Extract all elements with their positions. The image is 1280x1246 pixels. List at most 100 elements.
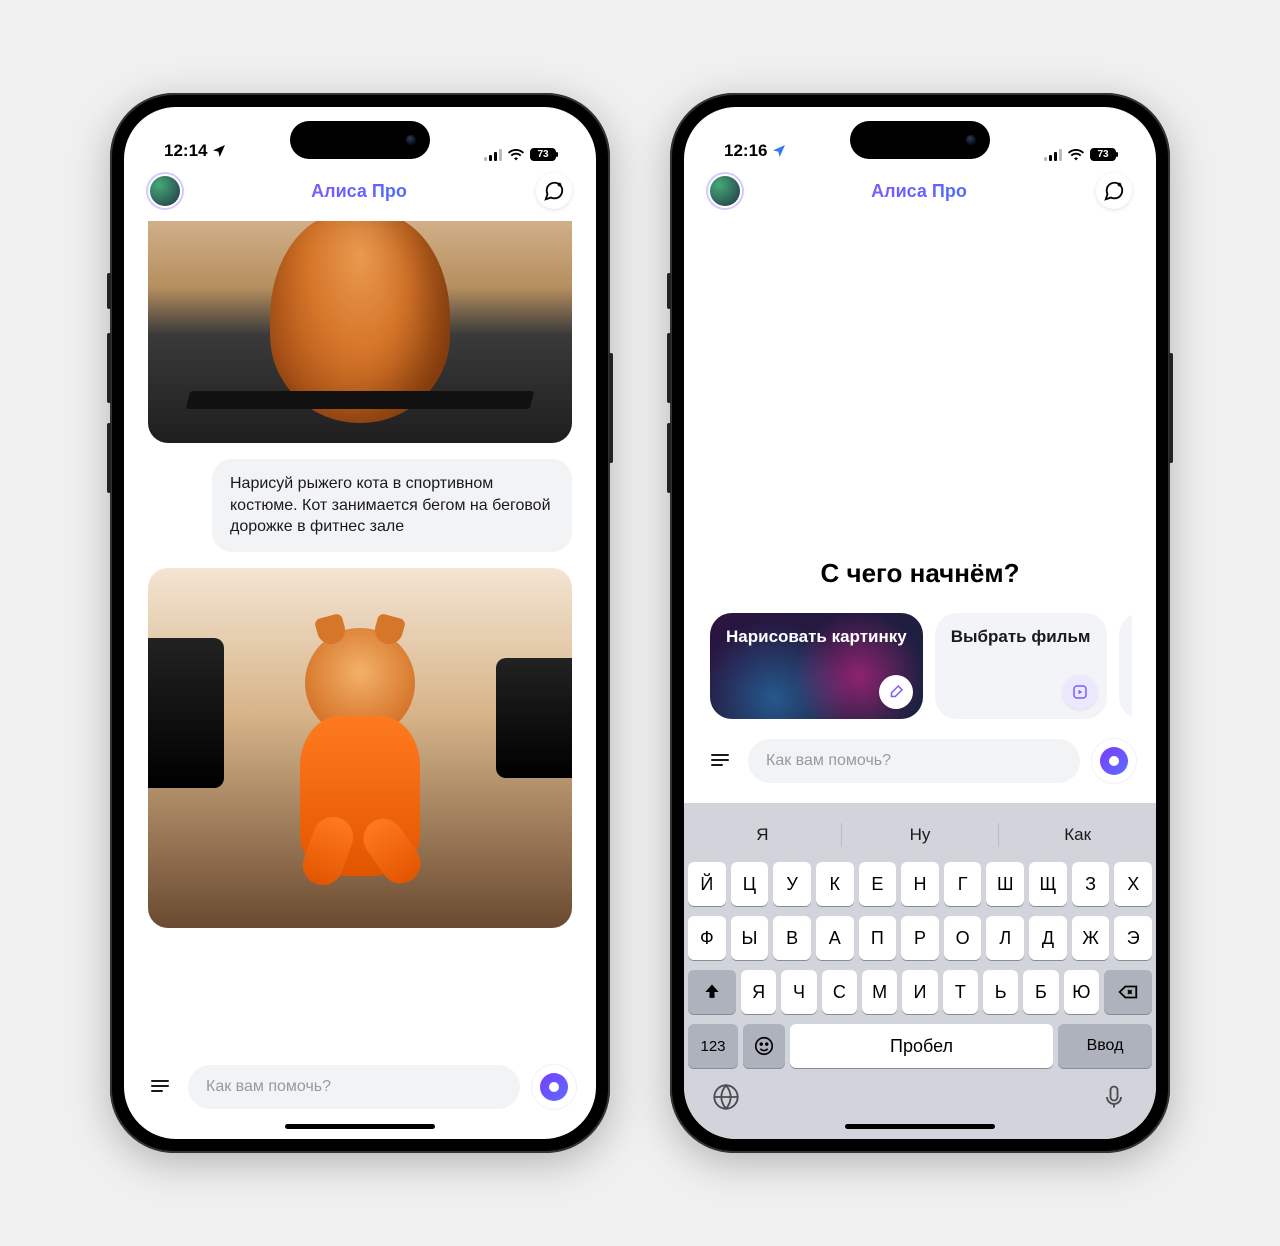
phone-right: 12:16 73 Алиса Про С чего начнё [670, 93, 1170, 1153]
key-Щ[interactable]: Щ [1029, 862, 1067, 906]
keyboard-row-3: ЯЧСМИТЬБЮ [684, 965, 1156, 1019]
wifi-icon [508, 149, 524, 161]
app-title[interactable]: Алиса Про [871, 181, 967, 202]
input-placeholder: Как вам помочь? [766, 752, 891, 770]
keyboard-row-2: ФЫВАПРОЛДЖЭ [684, 911, 1156, 965]
alisa-icon [1100, 747, 1128, 775]
home-indicator[interactable] [285, 1124, 435, 1129]
history-button[interactable] [704, 745, 736, 777]
suggestion-word[interactable]: Как [999, 825, 1156, 845]
key-П[interactable]: П [859, 916, 897, 960]
user-message: Нарисуй рыжего кота в спортивном костюме… [212, 459, 572, 552]
home-indicator[interactable] [845, 1124, 995, 1129]
avatar[interactable] [148, 174, 182, 208]
message-input[interactable]: Как вам помочь? [188, 1065, 520, 1109]
play-badge [1063, 675, 1097, 709]
shift-key[interactable] [688, 970, 736, 1014]
key-Ы[interactable]: Ы [731, 916, 769, 960]
key-Р[interactable]: Р [901, 916, 939, 960]
chat-area[interactable]: Нарисуй рыжего кота в спортивном костюме… [148, 221, 572, 1059]
key-А[interactable]: А [816, 916, 854, 960]
signal-icon [1044, 149, 1062, 161]
suggestion-card-movie[interactable]: Выбрать фильм [935, 613, 1107, 719]
mic-icon[interactable] [1100, 1083, 1128, 1111]
key-Ц[interactable]: Ц [731, 862, 769, 906]
enter-key[interactable]: Ввод [1058, 1024, 1152, 1068]
navigation-icon [771, 143, 787, 159]
suggestion-word[interactable]: Я [684, 825, 841, 845]
key-Т[interactable]: Т [943, 970, 978, 1014]
shift-icon [702, 982, 722, 1002]
key-Е[interactable]: Е [859, 862, 897, 906]
new-chat-button[interactable] [1096, 173, 1132, 209]
dynamic-island [290, 121, 430, 159]
keyboard[interactable]: Я Ну Как ЙЦУКЕНГШЩЗХ ФЫВАПРОЛДЖЭ ЯЧСМИТЬ… [684, 803, 1156, 1139]
status-time: 12:16 [724, 141, 767, 161]
brush-badge [879, 675, 913, 709]
key-И[interactable]: И [902, 970, 937, 1014]
generated-image-1[interactable] [148, 221, 572, 443]
key-Я[interactable]: Я [741, 970, 776, 1014]
alisa-voice-button[interactable] [1092, 739, 1136, 783]
key-Ш[interactable]: Ш [986, 862, 1024, 906]
key-Й[interactable]: Й [688, 862, 726, 906]
numbers-key[interactable]: 123 [688, 1024, 738, 1068]
message-input[interactable]: Как вам помочь? [748, 739, 1080, 783]
keyboard-row-4: 123 Пробел Ввод [684, 1019, 1156, 1073]
key-Н[interactable]: Н [901, 862, 939, 906]
new-chat-icon [1103, 180, 1125, 202]
input-bar: Как вам помочь? [684, 731, 1156, 803]
empty-state-title: С чего начнём? [708, 558, 1132, 589]
new-chat-icon [543, 180, 565, 202]
app-title[interactable]: Алиса Про [311, 181, 407, 202]
alisa-voice-button[interactable] [532, 1065, 576, 1109]
app-header: Алиса Про [124, 167, 596, 215]
history-icon [708, 749, 732, 773]
key-Г[interactable]: Г [944, 862, 982, 906]
suggestion-card-ideas[interactable]: Приду идеи [1119, 613, 1132, 719]
backspace-key[interactable] [1104, 970, 1152, 1014]
key-Ь[interactable]: Ь [983, 970, 1018, 1014]
new-chat-button[interactable] [536, 173, 572, 209]
app-header: Алиса Про [684, 167, 1156, 215]
generated-image-2[interactable] [148, 568, 572, 928]
key-Б[interactable]: Б [1023, 970, 1058, 1014]
key-К[interactable]: К [816, 862, 854, 906]
signal-icon [484, 149, 502, 161]
phone-left: 12:14 73 Алиса Про [110, 93, 610, 1153]
key-З[interactable]: З [1072, 862, 1110, 906]
key-С[interactable]: С [822, 970, 857, 1014]
keyboard-row-1: ЙЦУКЕНГШЩЗХ [684, 857, 1156, 911]
emoji-icon [753, 1035, 775, 1057]
key-Ж[interactable]: Ж [1072, 916, 1110, 960]
card-label: Нарисовать картинку [726, 627, 907, 647]
key-М[interactable]: М [862, 970, 897, 1014]
globe-icon[interactable] [712, 1083, 740, 1111]
history-button[interactable] [144, 1071, 176, 1103]
play-icon [1071, 683, 1089, 701]
key-Х[interactable]: Х [1114, 862, 1152, 906]
emoji-key[interactable] [743, 1024, 785, 1068]
keyboard-bottom-row [684, 1073, 1156, 1139]
empty-state: С чего начнём? Нарисовать картинку Выбра… [708, 221, 1132, 731]
suggestion-word[interactable]: Ну [842, 825, 999, 845]
battery-icon: 73 [530, 148, 556, 161]
key-Ю[interactable]: Ю [1064, 970, 1099, 1014]
dynamic-island [850, 121, 990, 159]
key-У[interactable]: У [773, 862, 811, 906]
key-Э[interactable]: Э [1114, 916, 1152, 960]
key-Л[interactable]: Л [986, 916, 1024, 960]
keyboard-suggestions: Я Ну Как [684, 813, 1156, 857]
status-time: 12:14 [164, 141, 207, 161]
suggestion-card-draw[interactable]: Нарисовать картинку [710, 613, 923, 719]
location-icon [211, 143, 227, 159]
suggestion-cards-row[interactable]: Нарисовать картинку Выбрать фильм Приду … [708, 613, 1132, 719]
key-Ф[interactable]: Ф [688, 916, 726, 960]
key-Д[interactable]: Д [1029, 916, 1067, 960]
alisa-icon [540, 1073, 568, 1101]
avatar[interactable] [708, 174, 742, 208]
key-Ч[interactable]: Ч [781, 970, 816, 1014]
key-О[interactable]: О [944, 916, 982, 960]
key-В[interactable]: В [773, 916, 811, 960]
space-key[interactable]: Пробел [790, 1024, 1053, 1068]
